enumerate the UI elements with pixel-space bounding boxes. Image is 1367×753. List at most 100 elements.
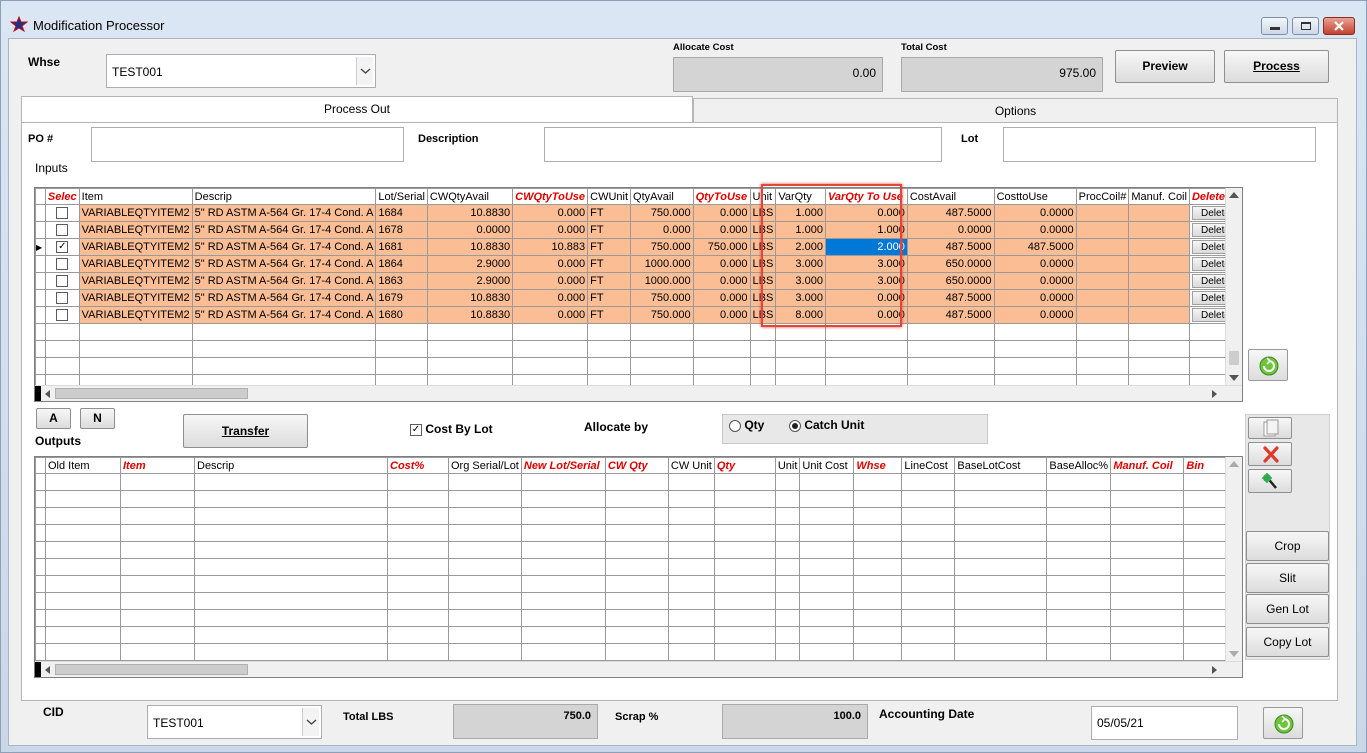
output-cell[interactable]	[387, 541, 449, 559]
scroll-up-icon[interactable]	[1229, 461, 1239, 467]
output-cell[interactable]	[667, 592, 715, 610]
output-cell[interactable]	[387, 473, 449, 491]
output-cell[interactable]	[774, 507, 801, 525]
cell-manufcoil[interactable]	[1128, 255, 1190, 273]
cell-proccoil[interactable]	[1075, 255, 1130, 273]
output-cell[interactable]	[853, 490, 903, 508]
output-cell[interactable]	[901, 490, 956, 508]
output-cell[interactable]	[604, 575, 669, 593]
output-cell[interactable]	[713, 575, 776, 593]
catch-unit-radio[interactable]: Catch Unit	[789, 418, 864, 432]
output-cell[interactable]	[604, 507, 669, 525]
cell-descrip[interactable]: 5" RD ASTM A-564 Gr. 17-4 Cond. A	[191, 255, 377, 273]
checkbox-icon[interactable]	[56, 258, 69, 271]
output-cell[interactable]	[520, 541, 606, 559]
output-cell[interactable]	[45, 558, 121, 576]
output-cell[interactable]	[901, 558, 956, 576]
output-cell[interactable]	[713, 473, 776, 491]
output-cell[interactable]	[45, 473, 121, 491]
output-cell[interactable]	[799, 575, 855, 593]
output-row[interactable]	[35, 524, 1233, 542]
output-row[interactable]	[35, 473, 1233, 491]
cell-varuse[interactable]: 0.000	[824, 289, 908, 307]
output-row[interactable]	[35, 490, 1233, 508]
a-button[interactable]: A	[36, 408, 71, 429]
cell-cwavail[interactable]: 0.0000	[426, 221, 514, 239]
outputs-vscroll[interactable]	[1225, 457, 1242, 661]
output-cell[interactable]	[448, 490, 522, 508]
output-cell[interactable]	[954, 541, 1048, 559]
cell-cwuse[interactable]: 0.000	[512, 272, 589, 290]
output-cell[interactable]	[901, 643, 956, 661]
cell-cwunit[interactable]: FT	[587, 272, 632, 290]
out-col-cost-pct[interactable]: Cost%	[387, 457, 449, 474]
output-cell[interactable]	[448, 507, 522, 525]
cell-qtyuse[interactable]: 0.000	[692, 289, 751, 307]
out-col-linecost[interactable]: LineCost	[901, 457, 956, 474]
output-cell[interactable]	[120, 626, 195, 644]
checkbox-icon[interactable]	[56, 207, 69, 220]
output-cell[interactable]	[448, 643, 522, 661]
output-cell[interactable]	[901, 541, 956, 559]
cell-costuse[interactable]: 0.0000	[993, 306, 1077, 324]
cell-cwuse[interactable]: 0.000	[512, 289, 589, 307]
hscroll-thumb[interactable]	[55, 388, 248, 399]
hscroll-thumb[interactable]	[55, 664, 248, 675]
output-cell[interactable]	[35, 490, 46, 508]
output-cell[interactable]	[901, 575, 956, 593]
output-cell[interactable]	[387, 575, 449, 593]
cell-qtyavail[interactable]: 750.000	[630, 204, 694, 222]
output-cell[interactable]	[604, 609, 669, 627]
col-costtouse[interactable]: CosttoUse	[993, 188, 1077, 205]
cell-manufcoil[interactable]	[1128, 306, 1190, 324]
output-cell[interactable]	[799, 626, 855, 644]
cell-qtyuse[interactable]: 0.000	[692, 272, 751, 290]
output-cell[interactable]	[774, 609, 801, 627]
out-col-qty[interactable]: Qty	[713, 457, 776, 474]
table-row[interactable]: VARIABLEQTYITEM2 5" RD ASTM A-564 Gr. 17-…	[35, 272, 1242, 290]
process-button[interactable]: Process	[1224, 50, 1329, 83]
cell-proccoil[interactable]	[1075, 289, 1130, 307]
output-cell[interactable]	[774, 541, 801, 559]
cell-qtyuse[interactable]: 0.000	[692, 255, 751, 273]
output-cell[interactable]	[853, 609, 903, 627]
out-col-old-item[interactable]: Old Item	[45, 457, 121, 474]
output-row[interactable]	[35, 541, 1233, 559]
cell-unit[interactable]: LBS	[749, 204, 777, 222]
cell-descrip[interactable]: 5" RD ASTM A-564 Gr. 17-4 Cond. A	[191, 204, 377, 222]
cell-manufcoil[interactable]	[1128, 204, 1190, 222]
cell-proccoil[interactable]	[1075, 238, 1130, 256]
cell-select[interactable]	[44, 272, 80, 290]
output-cell[interactable]	[520, 609, 606, 627]
cell-cwavail[interactable]: 10.8830	[426, 306, 514, 324]
cell-varqty[interactable]: 1.000	[775, 204, 826, 222]
n-button[interactable]: N	[80, 408, 115, 429]
output-cell[interactable]	[853, 592, 903, 610]
cell-qtyavail[interactable]: 750.000	[630, 306, 694, 324]
cell-qtyavail[interactable]: 750.000	[630, 289, 694, 307]
output-cell[interactable]	[774, 524, 801, 542]
output-cell[interactable]	[35, 558, 46, 576]
tab-process-out[interactable]: Process Out	[21, 96, 693, 123]
cell-qtyavail[interactable]: 750.000	[630, 238, 694, 256]
output-cell[interactable]	[853, 473, 903, 491]
cell-cwavail[interactable]: 10.8830	[426, 204, 514, 222]
cell-varqty[interactable]: 8.000	[775, 306, 826, 324]
output-cell[interactable]	[448, 473, 522, 491]
cell-select[interactable]	[44, 289, 80, 307]
output-cell[interactable]	[520, 558, 606, 576]
output-cell[interactable]	[954, 592, 1048, 610]
col-manuf-coil[interactable]: Manuf. Coil	[1128, 188, 1190, 205]
output-cell[interactable]	[853, 558, 903, 576]
cell-descrip[interactable]: 5" RD ASTM A-564 Gr. 17-4 Cond. A	[191, 272, 377, 290]
output-cell[interactable]	[387, 626, 449, 644]
output-row[interactable]	[35, 626, 1233, 644]
cell-lot[interactable]: 1864	[375, 255, 428, 273]
output-cell[interactable]	[901, 473, 956, 491]
out-col-unit[interactable]: Unit	[774, 457, 801, 474]
minimize-button[interactable]	[1261, 17, 1288, 35]
output-cell[interactable]	[799, 473, 855, 491]
maximize-button[interactable]	[1292, 17, 1319, 35]
output-cell[interactable]	[35, 626, 46, 644]
cell-cwunit[interactable]: FT	[587, 255, 632, 273]
